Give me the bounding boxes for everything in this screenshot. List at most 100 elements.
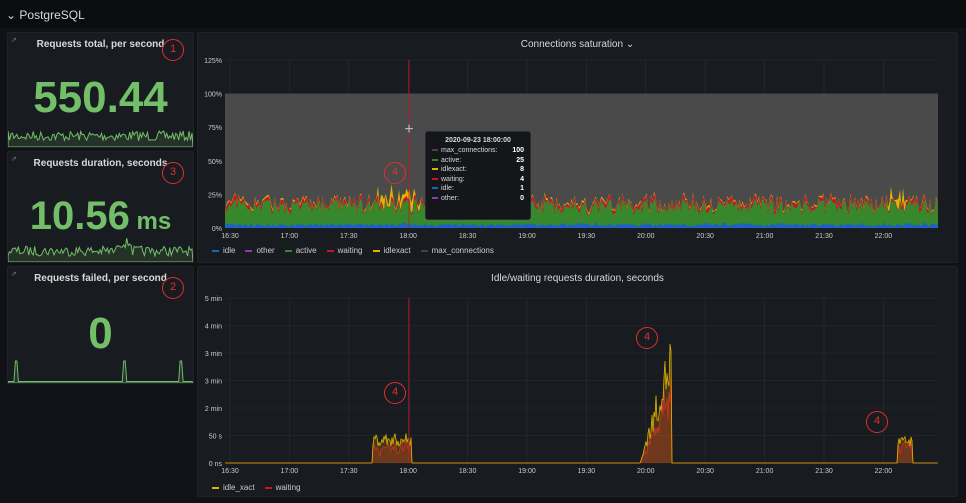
idle-waiting-chart[interactable]: 0 ns 50 s 2 min 3 min 3 min 4 min 5 min 16:30 17… <box>197 266 958 497</box>
waiting-line <box>225 370 938 464</box>
annotation-badge: 4 <box>384 382 406 404</box>
y-tick-label: 5 min <box>205 296 222 303</box>
legend-swatch <box>264 486 272 489</box>
series-swatch <box>432 187 438 190</box>
series-name: active: <box>441 156 462 164</box>
legend-item[interactable]: waiting <box>326 246 363 255</box>
y-tick-label: 50% <box>208 159 222 166</box>
x-tick-label: 21:30 <box>815 233 833 240</box>
sparkline <box>8 129 193 147</box>
series-value: 0 <box>520 194 524 202</box>
y-tick-label: 3 min <box>205 379 222 386</box>
x-tick-label: 19:00 <box>518 468 536 475</box>
y-tick-label: 100% <box>204 92 222 99</box>
x-tick-label: 17:00 <box>281 233 299 240</box>
series-value: 1 <box>520 185 524 192</box>
y-tick-label: 75% <box>208 125 222 132</box>
x-tick-label: 17:30 <box>340 233 358 240</box>
x-tick-label: 18:00 <box>399 468 417 475</box>
series-value: 25 <box>516 156 524 164</box>
legend-item[interactable]: idle_xact <box>212 483 255 492</box>
crosshair-icon: + <box>404 121 413 138</box>
series-name: max_connections: <box>441 147 498 154</box>
legend-item[interactable]: waiting <box>264 483 300 492</box>
legend-label: other <box>256 246 275 255</box>
series-name: other: <box>441 194 459 202</box>
series-value: 8 <box>520 166 524 173</box>
annotation-badge: 4 <box>636 327 658 349</box>
y-tick-label: 3 min <box>205 351 222 358</box>
connections-chart[interactable]: 0% 25% 50% 75% 100% 125% 16:30 17:00 17:30 18:00 1… <box>197 32 958 263</box>
series-swatch <box>432 196 438 199</box>
row-header-postgresql[interactable]: ⌄ PostgreSQL <box>0 0 966 28</box>
y-tick-label: 2 min <box>205 406 222 413</box>
stat-panel-requests-duration: ⇗ Requests duration, seconds 10.56 ms 3 <box>7 151 194 263</box>
tooltip-time: 2020-09-23 18:00:00 <box>445 137 511 144</box>
series-swatch <box>432 149 438 152</box>
annotation-badge: 2 <box>162 277 184 299</box>
series-swatch <box>432 158 438 161</box>
legend-item[interactable]: active <box>284 246 317 255</box>
series-value: 4 <box>520 175 524 183</box>
x-tick-label: 22:00 <box>875 233 893 240</box>
x-tick-label: 18:30 <box>459 468 477 475</box>
stat-value: 550.44 <box>33 73 168 122</box>
series-name: idle: <box>441 185 454 192</box>
legend-item[interactable]: other <box>245 246 275 255</box>
annotation-badge: 3 <box>162 162 184 184</box>
stat-value: 0 <box>88 309 113 358</box>
legend-swatch <box>284 249 292 252</box>
annotation-badge: 4 <box>866 411 888 433</box>
x-tick-label: 19:00 <box>518 233 536 240</box>
sparkline-path <box>8 238 193 262</box>
sparkline-path <box>8 360 193 383</box>
x-tick-label: 20:30 <box>696 233 714 240</box>
series-name: idlexact: <box>441 166 467 173</box>
legend-item[interactable]: idle <box>212 246 235 255</box>
x-tick-label: 16:30 <box>221 468 239 475</box>
x-tick-label: 22:00 <box>875 468 893 475</box>
tooltip-row: active: 25 <box>432 157 524 167</box>
x-tick-label: 20:00 <box>637 233 655 240</box>
x-tick-label: 21:00 <box>756 233 774 240</box>
legend-label: waiting <box>337 246 363 255</box>
legend-swatch <box>245 249 253 252</box>
x-tick-label: 20:00 <box>637 468 655 475</box>
series-name: waiting: <box>441 175 465 183</box>
stat-panel-requests-failed: ⇗ Requests failed, per second 0 2 <box>7 266 194 384</box>
x-tick-label: 19:30 <box>578 468 596 475</box>
x-tick-label: 20:30 <box>696 468 714 475</box>
x-tick-label: 18:00 <box>399 233 417 240</box>
x-tick-label: 21:00 <box>756 468 774 475</box>
sparkline <box>8 238 193 262</box>
y-tick-label: 125% <box>204 58 222 65</box>
legend-swatch <box>326 249 334 252</box>
sparkline <box>8 360 193 383</box>
series-value: 100 <box>512 147 524 154</box>
legend-label: idlexact <box>383 246 411 255</box>
y-tick-label: 4 min <box>205 324 222 331</box>
legend-swatch <box>372 249 380 252</box>
chart-tooltip: 2020-09-23 18:00:00 max_connections: 100 a… <box>425 131 531 220</box>
tooltip-row: waiting: 4 <box>432 176 524 186</box>
legend-label: max_connections <box>431 246 494 255</box>
series-swatch <box>432 168 438 171</box>
legend-label: idle <box>223 246 236 255</box>
x-tick-label: 19:30 <box>578 233 596 240</box>
legend-item[interactable]: max_connections <box>420 246 494 255</box>
tooltip-row: idlexact: 8 <box>432 166 524 176</box>
chart-legend: idle other active waiting idlexact max_connec… <box>212 246 494 255</box>
stat-unit: ms <box>129 208 172 235</box>
x-tick-label: 16:30 <box>221 233 239 240</box>
legend-item[interactable]: idlexact <box>372 246 411 255</box>
legend-label: active <box>295 246 317 255</box>
y-tick-label: 0% <box>212 226 222 233</box>
annotation-badge: 1 <box>162 39 184 61</box>
row-title: ⌄ PostgreSQL <box>6 8 85 22</box>
tooltip-row: idle: 1 <box>432 185 524 195</box>
legend-swatch <box>212 486 219 489</box>
chart-legend: idle_xact waiting <box>212 483 300 492</box>
x-tick-label: 17:30 <box>340 468 358 475</box>
y-tick-label: 0 ns <box>209 461 223 468</box>
series-swatch <box>432 177 438 180</box>
